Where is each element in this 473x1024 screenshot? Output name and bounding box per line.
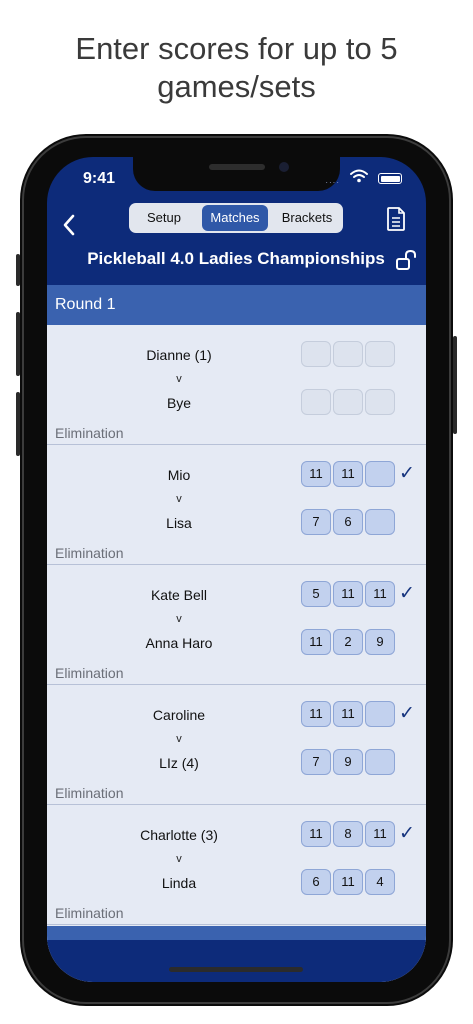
score-p2-game-2[interactable]: [333, 389, 363, 415]
round-header: Round 1: [47, 285, 426, 325]
score-p1-game-3[interactable]: [365, 461, 395, 487]
match-row[interactable]: Kate Bell v Anna Haro Elimination 5 11 1…: [47, 565, 426, 685]
volume-up-button: [16, 312, 20, 376]
score-p1-game-3[interactable]: [365, 701, 395, 727]
player-1-name: Charlotte (3): [140, 827, 218, 843]
score-p2-game-3[interactable]: 9: [365, 629, 395, 655]
versus-label: v: [176, 373, 182, 385]
caption-line-1: Enter scores for up to 5: [75, 31, 398, 66]
unlocked-lock-icon[interactable]: [395, 249, 417, 271]
score-p2-game-1[interactable]: 7: [301, 749, 331, 775]
match-type: Elimination: [55, 905, 124, 921]
player-2-name: Bye: [166, 395, 192, 411]
phone-frame: 9:41 ···· Setup Matches Brackets Pickleb…: [16, 134, 457, 1006]
versus-label: v: [176, 853, 182, 865]
score-p2-game-3[interactable]: [365, 749, 395, 775]
power-button: [453, 336, 457, 434]
versus-label: v: [176, 733, 182, 745]
round-title: Round 1: [55, 296, 116, 313]
score-p2-game-3[interactable]: [365, 389, 395, 415]
wifi-icon: [350, 169, 368, 188]
match-row[interactable]: Charlotte (3) v Linda Elimination 11 8 1…: [47, 805, 426, 925]
player-1-name: Mio: [167, 467, 191, 483]
score-p2-game-1[interactable]: [301, 389, 331, 415]
home-indicator[interactable]: [169, 967, 303, 972]
score-p1-game-1[interactable]: 11: [301, 461, 331, 487]
score-p1-game-3[interactable]: 11: [365, 821, 395, 847]
score-p2-game-3[interactable]: 4: [365, 869, 395, 895]
versus-label: v: [176, 613, 182, 625]
checkmark-icon: ✓: [399, 583, 415, 604]
player-1-name: Kate Bell: [150, 587, 208, 603]
marketing-caption: Enter scores for up to 5 games/sets: [0, 30, 473, 106]
mute-switch: [16, 254, 20, 286]
score-p2-game-1[interactable]: 11: [301, 629, 331, 655]
match-row[interactable]: Dianne (1) v Bye Elimination: [47, 325, 426, 445]
checkmark-icon: ✓: [399, 463, 415, 484]
battery-icon: [378, 173, 402, 184]
player-2-name: Anna Haro: [145, 635, 213, 651]
score-p1-game-2[interactable]: 11: [333, 461, 363, 487]
notch: [133, 157, 340, 191]
app-screen: 9:41 ···· Setup Matches Brackets Pickleb…: [47, 157, 426, 982]
match-type: Elimination: [55, 665, 124, 681]
score-p2-game-3[interactable]: [365, 509, 395, 535]
score-p2-game-1[interactable]: 7: [301, 509, 331, 535]
score-p1-game-2[interactable]: 11: [333, 581, 363, 607]
player-1-name: Caroline: [152, 707, 206, 723]
speaker-grille: [209, 164, 265, 170]
player-2-name: Lisa: [166, 515, 192, 531]
score-p2-game-2[interactable]: 6: [333, 509, 363, 535]
tab-setup[interactable]: Setup: [131, 205, 197, 231]
checkmark-icon: ✓: [399, 823, 415, 844]
checkmark-icon: ✓: [399, 703, 415, 724]
match-row[interactable]: Mio v Lisa Elimination 11 11 7 6 ✓: [47, 445, 426, 565]
score-p1-game-3[interactable]: [365, 341, 395, 367]
score-p1-game-1[interactable]: [301, 341, 331, 367]
score-p1-game-3[interactable]: 11: [365, 581, 395, 607]
match-type: Elimination: [55, 545, 124, 561]
score-p1-game-2[interactable]: 11: [333, 701, 363, 727]
score-p2-game-1[interactable]: 6: [301, 869, 331, 895]
match-type: Elimination: [55, 425, 124, 441]
document-icon[interactable]: [387, 207, 405, 231]
score-p1-game-2[interactable]: [333, 341, 363, 367]
score-p2-game-2[interactable]: 9: [333, 749, 363, 775]
tab-matches[interactable]: Matches: [202, 205, 268, 231]
caption-line-2: games/sets: [157, 69, 316, 104]
player-2-name: LIz (4): [159, 755, 199, 771]
score-p1-game-1[interactable]: 11: [301, 821, 331, 847]
title-bar: Pickleball 4.0 Ladies Championships: [47, 239, 426, 273]
volume-down-button: [16, 392, 20, 456]
chevron-left-icon: [63, 214, 75, 236]
score-p2-game-2[interactable]: 2: [333, 629, 363, 655]
player-2-name: Linda: [161, 875, 197, 891]
score-p2-game-2[interactable]: 11: [333, 869, 363, 895]
score-p1-game-1[interactable]: 11: [301, 701, 331, 727]
player-1-name: Dianne (1): [146, 347, 212, 363]
status-time: 9:41: [83, 170, 116, 187]
tournament-title: Pickleball 4.0 Ladies Championships: [87, 249, 385, 268]
match-row[interactable]: Caroline v LIz (4) Elimination 11 11 7 9…: [47, 685, 426, 805]
matches-list[interactable]: Round 1 Dianne (1) v Bye Elimination Mio…: [47, 285, 426, 982]
score-p1-game-2[interactable]: 8: [333, 821, 363, 847]
front-camera: [279, 162, 289, 172]
signal-icon: ····: [325, 178, 340, 187]
score-p1-game-1[interactable]: 5: [301, 581, 331, 607]
match-type: Elimination: [55, 785, 124, 801]
tab-brackets[interactable]: Brackets: [273, 205, 341, 231]
bottom-bar: [47, 940, 426, 982]
versus-label: v: [176, 493, 182, 505]
view-segmented-control: Setup Matches Brackets: [129, 203, 343, 233]
